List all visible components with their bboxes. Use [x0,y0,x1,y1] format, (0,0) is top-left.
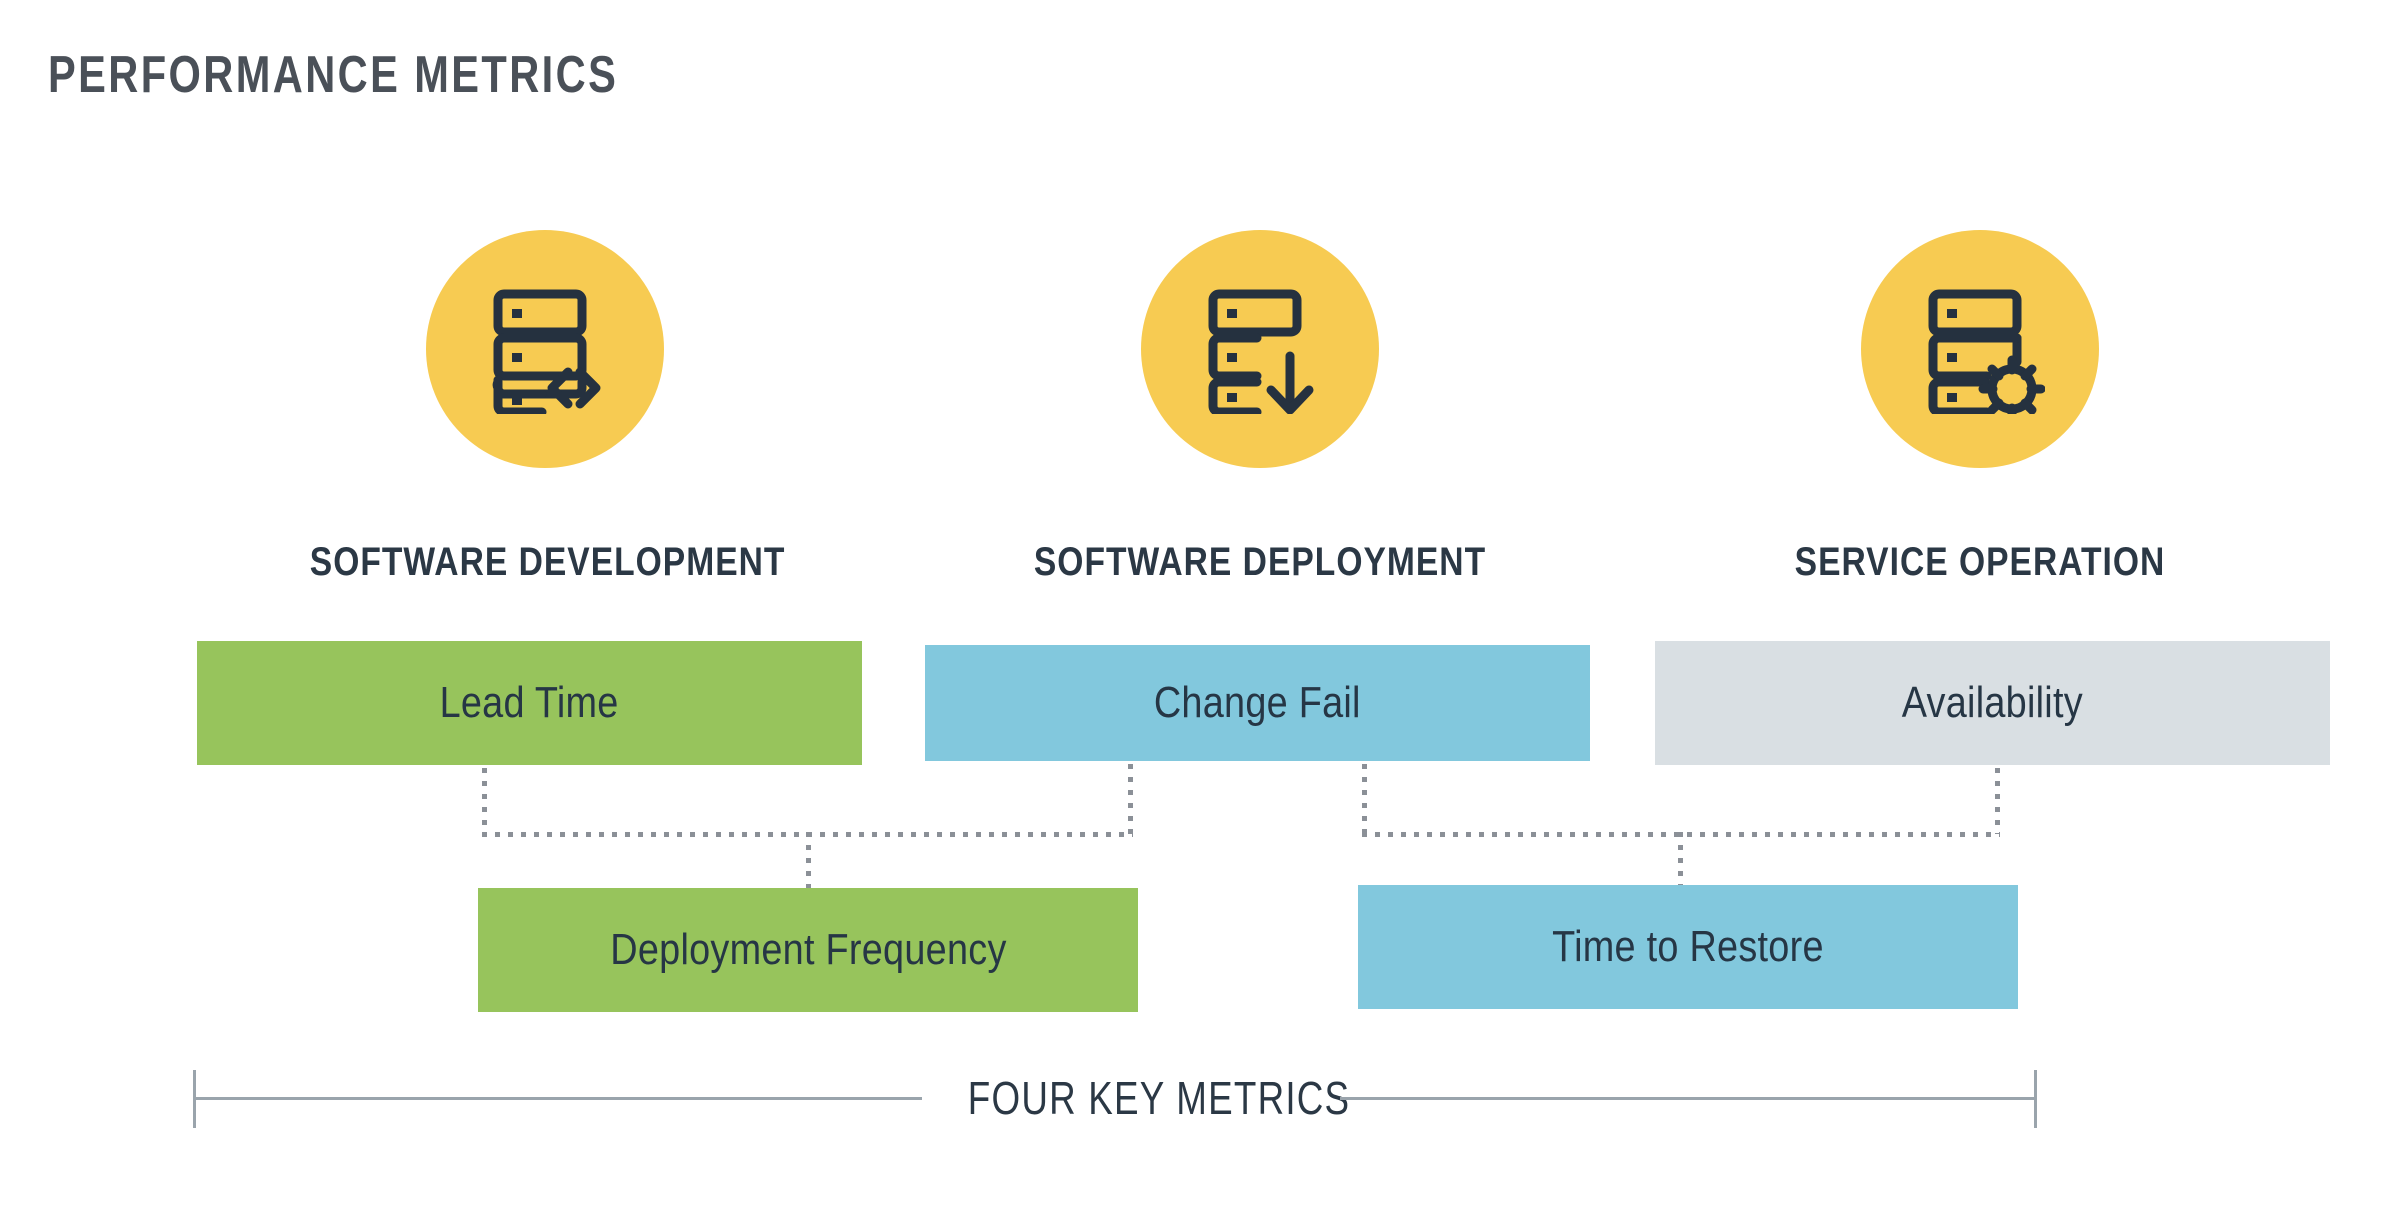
metric-bar-label: Change Fail [1154,678,1361,727]
connector-change-fail-left-drop [1128,764,1133,834]
metric-bar-label: Availability [1901,678,2084,727]
connector-availability-drop [1995,768,2000,834]
column-label-service-operation: SERVICE OPERATION [1794,540,2166,584]
connector-lead-time-drop [482,768,487,834]
metric-bar-label: Deployment Frequency [609,925,1007,974]
metric-bar-change-fail[interactable]: Change Fail [925,645,1590,761]
connector-time-to-restore-drop [1678,832,1683,890]
column-label-software-deployment: SOFTWARE DEPLOYMENT [1033,540,1487,584]
column-label-software-development: SOFTWARE DEVELOPMENT [309,540,786,584]
metric-bar-availability[interactable]: Availability [1655,641,2330,765]
connector-change-fail-right-drop [1362,764,1367,834]
metric-bar-lead-time[interactable]: Lead Time [197,641,862,765]
metric-bar-label: Lead Time [439,678,620,727]
metric-bar-label: Time to Restore [1552,922,1824,971]
bracket-line-left [193,1097,922,1100]
infographic-canvas: PERFORMANCE METRICS SOFTWARE DEVELOPMENT [0,0,2384,1206]
server-code-icon [426,230,664,468]
bracket-line-right [1340,1097,2036,1100]
bracket-right-cap [2034,1070,2037,1128]
metric-bar-deployment-frequency[interactable]: Deployment Frequency [478,888,1138,1012]
bracket-label: FOUR KEY METRICS [967,1072,1351,1124]
server-download-icon [1141,230,1379,468]
server-gear-icon [1861,230,2099,468]
metric-bar-time-to-restore[interactable]: Time to Restore [1358,885,2018,1009]
connector-deployment-frequency-drop [806,832,811,890]
page-title: PERFORMANCE METRICS [48,46,619,104]
